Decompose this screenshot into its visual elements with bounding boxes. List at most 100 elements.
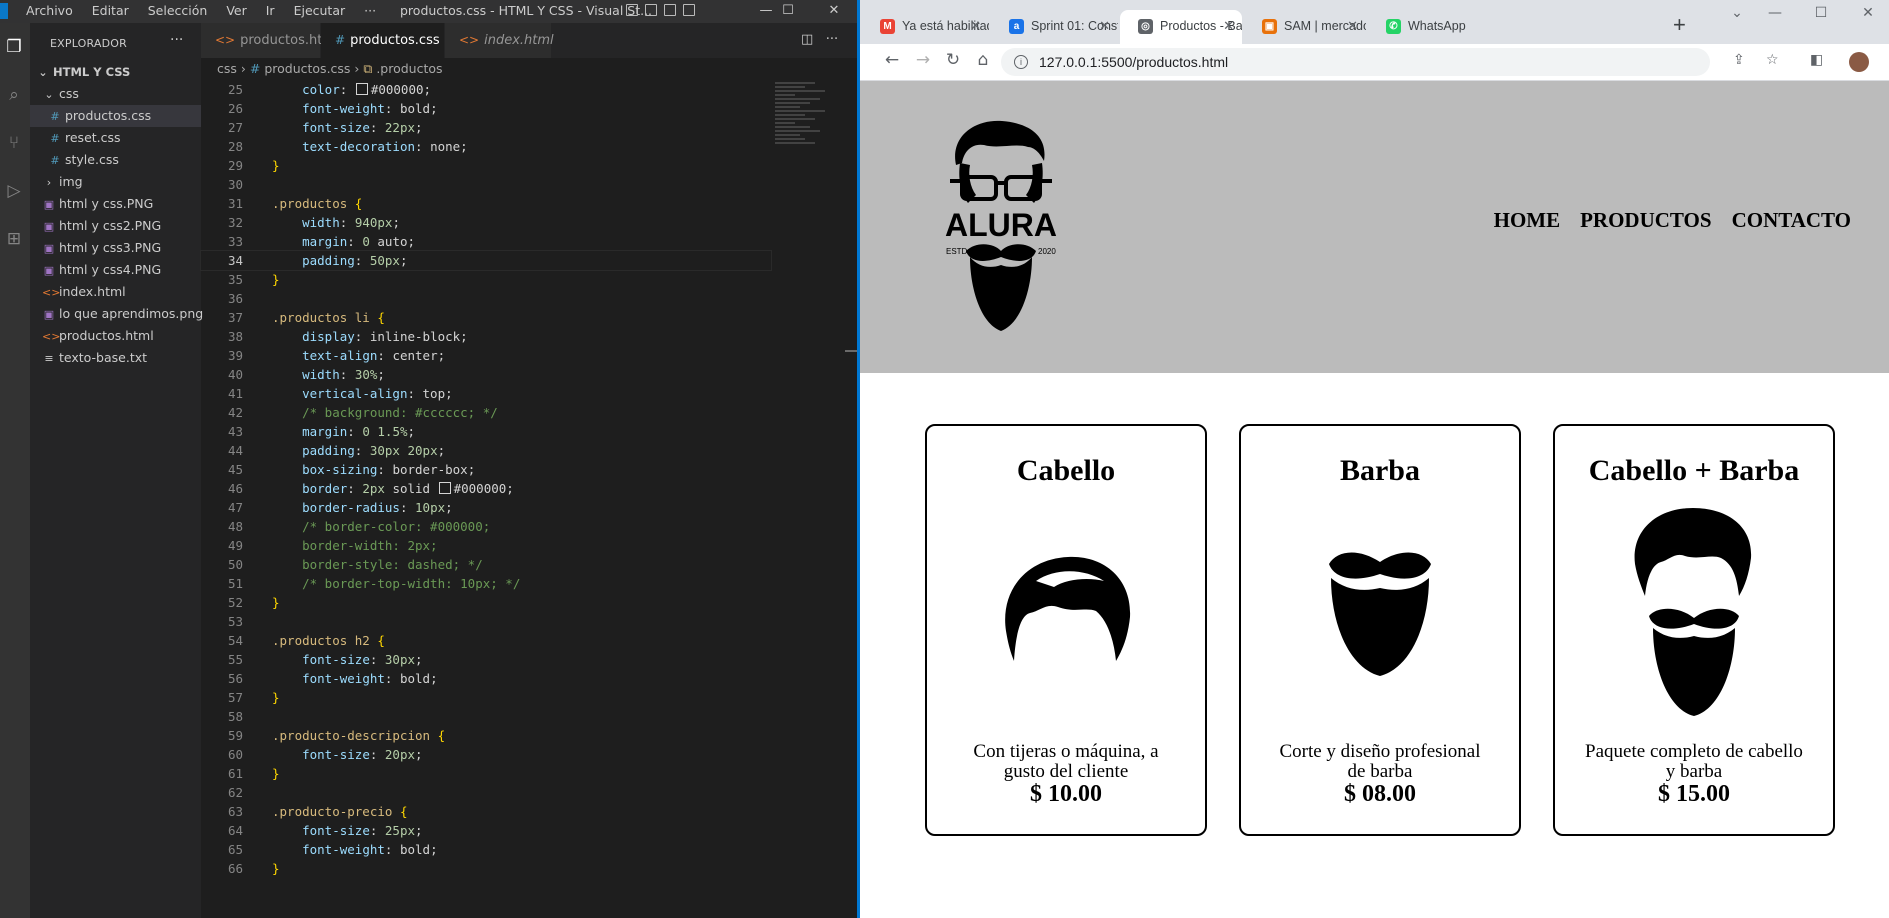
code-line[interactable]: 66} (201, 859, 280, 878)
explorer-item[interactable]: # reset.css (30, 127, 201, 149)
code-line[interactable]: 31 .productos { (201, 194, 362, 213)
menu-archivo[interactable]: Archivo (26, 3, 73, 18)
source-control-icon[interactable]: ⑂ (4, 133, 24, 153)
code-line[interactable]: 60 font-size: 20px; (201, 745, 423, 764)
explorer-item[interactable]: ▣ html y css.PNG (30, 193, 201, 215)
code-editor[interactable]: 25 color: #000000; 26 font-weight: bold; 2… (200, 80, 772, 918)
back-icon[interactable]: ← (882, 50, 902, 70)
code-line[interactable]: 29} (201, 156, 280, 175)
code-line[interactable]: 59 .producto-descripcion { (201, 726, 445, 745)
code-line[interactable]: 37 .productos li { (201, 308, 385, 327)
breadcrumb-file[interactable]: productos.css (264, 61, 350, 76)
minimap[interactable] (775, 80, 845, 220)
code-line[interactable]: 46 border: 2px solid #000000; (201, 479, 514, 498)
code-line[interactable]: 25 color: #000000; (201, 80, 431, 99)
extensions-icon[interactable]: ⊞ (4, 229, 24, 249)
code-line[interactable]: 62 (201, 783, 272, 802)
side-panel-icon[interactable]: ◧ (1810, 52, 1823, 68)
browser-tab[interactable]: ▣ SAM | mercado ✕ (1244, 10, 1366, 44)
code-line[interactable]: 56 font-weight: bold; (201, 669, 438, 688)
explorer-item[interactable]: ▣ html y css4.PNG (30, 259, 201, 281)
nav-contacto[interactable]: CONTACTO (1732, 208, 1851, 233)
code-line[interactable]: 41 vertical-align: top; (201, 384, 453, 403)
profile-avatar[interactable] (1849, 52, 1869, 72)
maximize-button[interactable]: ☐ (1801, 0, 1841, 30)
reload-icon[interactable]: ↻ (943, 50, 963, 70)
workspace-root[interactable]: ⌄ HTML Y CSS (30, 61, 201, 83)
code-line[interactable]: 51 /* border-top-width: 10px; */ (201, 574, 520, 593)
code-line[interactable]: 54 .productos h2 { (201, 631, 385, 650)
menu-ver[interactable]: Ver (226, 3, 246, 18)
toggle-secondary-sidebar-icon[interactable] (664, 4, 676, 16)
code-line[interactable]: 36 (201, 289, 272, 308)
close-tab-icon[interactable]: ✕ (1347, 10, 1358, 42)
explorer-more-icon[interactable]: ··· (170, 32, 183, 48)
explorer-icon[interactable]: ❐ (4, 37, 24, 57)
toggle-sidebar-icon[interactable] (626, 4, 638, 16)
code-line[interactable]: 47 border-radius: 10px; (201, 498, 453, 517)
explorer-item[interactable]: <>index.html (30, 281, 201, 303)
split-editor-icon[interactable]: ◫ (801, 32, 813, 47)
code-line[interactable]: 32 width: 940px; (201, 213, 400, 232)
code-line[interactable]: 61} (201, 764, 280, 783)
breadcrumb-folder[interactable]: css (217, 61, 237, 76)
address-bar[interactable]: i 127.0.0.1:5500/productos.html (1001, 48, 1710, 76)
tab-index-html[interactable]: <> index.html (445, 23, 554, 58)
code-line[interactable]: 30 (201, 175, 272, 194)
code-line[interactable]: 49 border-width: 2px; (201, 536, 438, 555)
forward-icon[interactable]: → (913, 50, 933, 70)
code-line[interactable]: 64 font-size: 25px; (201, 821, 423, 840)
code-line[interactable]: 33 margin: 0 auto; (201, 232, 415, 251)
browser-tab[interactable]: M Ya está habilitad ✕ (862, 10, 989, 44)
menu-more[interactable]: ··· (364, 3, 376, 18)
site-info-icon[interactable]: i (1014, 55, 1028, 69)
code-line[interactable]: 27 font-size: 22px; (201, 118, 423, 137)
browser-tab[interactable]: ◎Productos - Barb✕ (1120, 10, 1242, 44)
more-actions-icon[interactable]: ··· (826, 32, 838, 47)
menu-ir[interactable]: Ir (266, 3, 275, 18)
close-window-button[interactable]: ✕ (814, 0, 854, 23)
menu-seleccion[interactable]: Selección (148, 3, 208, 18)
search-icon[interactable]: ⌕ (4, 85, 24, 105)
explorer-item[interactable]: ⌄ css (30, 83, 201, 105)
run-debug-icon[interactable]: ▷ (4, 181, 24, 201)
nav-home[interactable]: HOME (1494, 208, 1561, 233)
alura-logo[interactable]: ALURA ESTD 2020 (936, 117, 1066, 333)
code-line[interactable]: 26 font-weight: bold; (201, 99, 438, 118)
code-line[interactable]: 65 font-weight: bold; (201, 840, 438, 859)
explorer-item[interactable]: ▣ html y css3.PNG (30, 237, 201, 259)
explorer-item[interactable]: ▣ lo que aprendimos.png (30, 303, 203, 325)
code-line[interactable]: 52} (201, 593, 280, 612)
code-line[interactable]: 42 /* background: #cccccc; */ (201, 403, 498, 422)
editor-scrollbar[interactable] (845, 80, 857, 918)
code-line[interactable]: 63 .producto-precio { (201, 802, 408, 821)
code-line[interactable]: 57} (201, 688, 280, 707)
code-line[interactable]: 28 text-decoration: none; (201, 137, 468, 156)
code-line[interactable]: 50 border-style: dashed; */ (201, 555, 483, 574)
explorer-item[interactable]: ≡ texto-base.txt (30, 347, 201, 369)
close-tab-icon[interactable]: ✕ (970, 10, 981, 42)
code-line[interactable]: 58 (201, 707, 272, 726)
nav-productos[interactable]: PRODUCTOS (1580, 208, 1711, 233)
close-tab-icon[interactable]: ✕ (1223, 10, 1234, 42)
tab-search-icon[interactable]: ⌄ (1717, 0, 1757, 30)
code-line[interactable]: 44 padding: 30px 20px; (201, 441, 445, 460)
explorer-item[interactable]: ▣ html y css2.PNG (30, 215, 201, 237)
code-line[interactable]: 40 width: 30%; (201, 365, 385, 384)
bookmark-star-icon[interactable]: ☆ (1766, 52, 1779, 68)
home-icon[interactable]: ⌂ (973, 50, 993, 70)
explorer-item[interactable]: # productos.css (30, 105, 201, 127)
explorer-item[interactable]: <>productos.html (30, 325, 201, 347)
customize-layout-icon[interactable] (683, 4, 695, 16)
explorer-item[interactable]: › img (30, 171, 201, 193)
menu-ejecutar[interactable]: Ejecutar (294, 3, 346, 18)
close-tab-icon[interactable]: ✕ (1099, 10, 1110, 42)
code-line[interactable]: 34 padding: 50px; (200, 250, 772, 271)
menu-editar[interactable]: Editar (92, 3, 129, 18)
code-line[interactable]: 39 text-align: center; (201, 346, 445, 365)
code-line[interactable]: 48 /* border-color: #000000; (201, 517, 490, 536)
new-tab-button[interactable]: + (1673, 12, 1686, 38)
close-window-button[interactable]: ✕ (1848, 0, 1888, 30)
share-icon[interactable]: ⇪ (1733, 52, 1745, 68)
code-line[interactable]: 53 (201, 612, 272, 631)
